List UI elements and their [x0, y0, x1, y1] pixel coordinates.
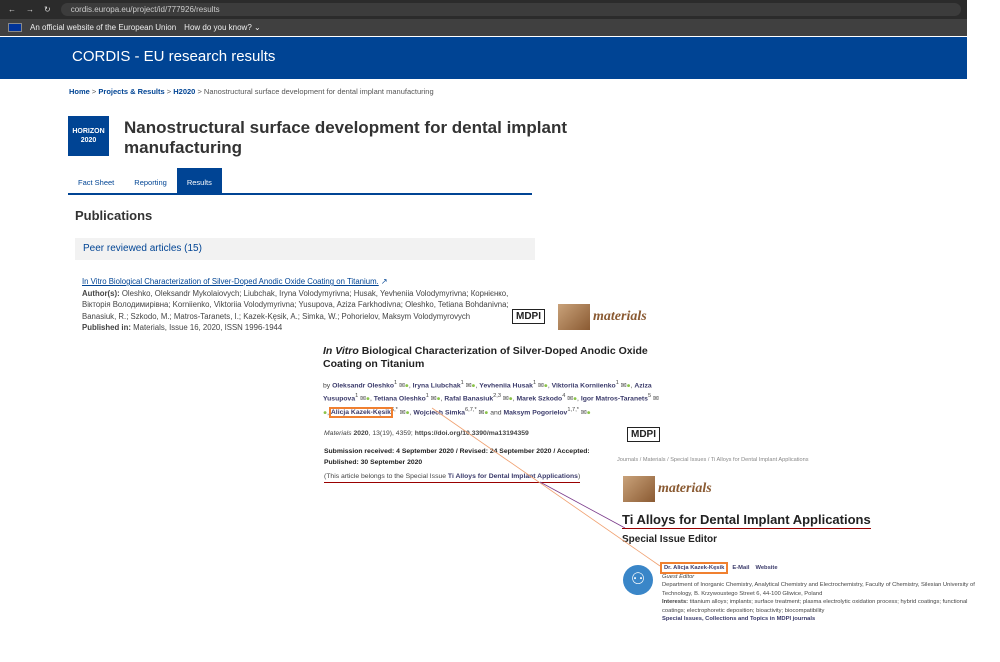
page-title: Nanostructural surface development for d… [124, 118, 568, 157]
editor-website-link[interactable]: Website [755, 565, 777, 571]
publications-heading: Publications [75, 208, 153, 223]
author-affiliation-sup: 6,* [390, 406, 398, 413]
site-header: CORDIS - EU research results [0, 37, 967, 79]
author-link[interactable]: Igor Matros-Taranets [581, 396, 648, 403]
email-icon[interactable]: ✉ [653, 396, 659, 403]
mdpi-article: In Vitro Biological Characterization of … [323, 345, 663, 418]
author-link[interactable]: Oleksandr Oleshko [332, 382, 394, 389]
author-affiliation-sup: 1 [532, 380, 537, 386]
materials-logo-icon [623, 476, 655, 502]
user-avatar-icon: ⚇ [623, 565, 653, 595]
article-citation: Materials 2020, 13(19), 4359; https://do… [324, 430, 529, 437]
editor-role: Guest Editor [662, 573, 695, 580]
tab-bar: Fact Sheet Reporting Results [68, 168, 532, 195]
orcid-icon[interactable]: ● [573, 396, 577, 403]
special-issue-title: Ti Alloys for Dental Implant Application… [622, 512, 871, 529]
external-link-icon[interactable]: ↗ [381, 277, 388, 286]
special-issue-note: (This article belongs to the Special Iss… [324, 473, 581, 483]
browser-toolbar: ← → ↻ cordis.europa.eu/project/id/777926/r… [0, 0, 967, 19]
orcid-icon[interactable]: ● [471, 382, 475, 389]
special-issue-link[interactable]: Ti Alloys for Dental Implant Application… [448, 473, 578, 480]
author-affiliation-sup: 1 [394, 380, 398, 386]
breadcrumb: Home > Projects & Results > H2020 > Nano… [69, 87, 434, 96]
how-do-you-know-toggle[interactable]: How do you know? ⌄ [184, 23, 261, 32]
author-affiliation-sup: 6,7,* [465, 406, 477, 413]
orcid-icon[interactable]: ● [484, 409, 488, 416]
author-link[interactable]: Maksym Pogorielov [503, 409, 567, 416]
editor-card: Dr. Alicja Kazek-Kęsik E-Mail Website Gues… [659, 562, 975, 622]
author-affiliation-sup: 2,3 [493, 393, 501, 400]
author-affiliation-sup: 1 [460, 380, 464, 386]
publication-item: In Vitro Biological Characterization of … [82, 277, 509, 332]
orcid-icon[interactable]: ● [323, 409, 327, 416]
article-dates: Submission received: 4 September 2020 / … [324, 448, 590, 466]
crumb-current: Ti Alloys for Dental Implant Application… [710, 457, 809, 463]
crumb-materials[interactable]: Materials [643, 457, 666, 463]
editor-more-link[interactable]: Special Issues, Collections and Topics i… [662, 616, 815, 622]
article-title: In Vitro Biological Characterization of … [323, 345, 648, 370]
orcid-icon[interactable]: ● [626, 382, 630, 389]
tab-results[interactable]: Results [176, 168, 222, 193]
crumb-special-issues[interactable]: Special Issues [670, 457, 706, 463]
breadcrumb-home[interactable]: Home [69, 87, 90, 96]
author-link[interactable]: Marek Szkodo [516, 396, 562, 403]
doi-link[interactable]: https://doi.org/10.3390/ma13194359 [415, 430, 529, 437]
author-affiliation-sup: 1 [425, 393, 429, 400]
editor-interests: titanium alloys; implants; surface treat… [662, 599, 968, 614]
author-link[interactable]: Tetiana Oleshko [374, 396, 426, 403]
crumb-journals[interactable]: Journals [617, 457, 638, 463]
peer-reviewed-accordion[interactable]: Peer reviewed articles (15) [75, 238, 535, 260]
editor-affiliation: Department of Inorganic Chemistry, Analy… [662, 582, 975, 597]
orcid-icon[interactable]: ● [544, 382, 548, 389]
publication-source: Materials, Issue 16, 2020, ISSN 1996-194… [133, 323, 283, 332]
breadcrumb-projects[interactable]: Projects & Results [98, 87, 164, 96]
author-link[interactable]: Viktoriia Korniienko [552, 382, 616, 389]
orcid-icon[interactable]: ● [587, 409, 591, 416]
author-affiliation-sup: 1,7,* [567, 406, 579, 413]
author-link[interactable]: Yevheniia Husak [479, 382, 533, 389]
author-affiliation-sup: 5 [647, 393, 652, 400]
author-link[interactable]: Iryna Liubchak [413, 382, 461, 389]
editor-name-link[interactable]: Dr. Alicja Kazek-Kęsik [659, 562, 729, 574]
orcid-icon[interactable]: ● [437, 396, 441, 403]
editor-heading: Special Issue Editor [622, 534, 718, 545]
author-affiliation-sup: 1 [615, 380, 619, 386]
connector-issue-to-title [539, 481, 626, 529]
orcid-icon[interactable]: ● [405, 409, 409, 416]
materials-logo-icon [558, 304, 590, 330]
tab-fact-sheet[interactable]: Fact Sheet [68, 168, 124, 193]
breadcrumb-h2020[interactable]: H2020 [173, 87, 195, 96]
eu-official-bar: An official website of the European Unio… [0, 19, 967, 36]
reload-icon[interactable]: ↻ [44, 5, 51, 14]
forward-icon[interactable]: → [26, 5, 34, 14]
orcid-icon[interactable]: ● [366, 396, 370, 403]
back-icon[interactable]: ← [8, 5, 16, 14]
editor-email-link[interactable]: E-Mail [732, 565, 749, 571]
author-affiliation-sup: 4 [562, 393, 566, 400]
author-affiliation-sup: 1 [355, 393, 359, 400]
journal-breadcrumb: Journals / Materials / Special Issues / … [617, 457, 809, 463]
eu-official-text: An official website of the European Unio… [30, 23, 177, 32]
materials-journal-logo: materials [623, 476, 712, 502]
address-bar[interactable]: cordis.europa.eu/project/id/777926/resul… [60, 3, 961, 16]
eu-flag-icon [8, 23, 22, 32]
article-authors: by Oleksandr Oleshko1 ✉●, Iryna Liubchak… [323, 380, 659, 418]
breadcrumb-current: Nanostructural surface development for d… [203, 87, 434, 96]
tab-reporting[interactable]: Reporting [124, 168, 177, 193]
author-link[interactable]: Rafal Banasiuk [444, 396, 493, 403]
author-link[interactable]: Wojciech Simka [413, 409, 465, 416]
horizon-2020-logo: HORIZON 2020 [68, 116, 109, 156]
orcid-icon[interactable]: ● [509, 396, 513, 403]
author-link[interactable]: Alicja Kazek-Kęsik [328, 406, 393, 418]
orcid-icon[interactable]: ● [405, 382, 409, 389]
site-title[interactable]: CORDIS - EU research results [72, 48, 275, 65]
publication-title-link[interactable]: In Vitro Biological Characterization of … [82, 277, 379, 286]
publication-authors: Oleshko, Oleksandr Mykolaiovych; Liubcha… [82, 288, 509, 321]
mdpi-logo: MDPI [512, 309, 545, 324]
mdpi-logo: MDPI [627, 427, 660, 442]
materials-journal-logo: materials [558, 304, 647, 330]
